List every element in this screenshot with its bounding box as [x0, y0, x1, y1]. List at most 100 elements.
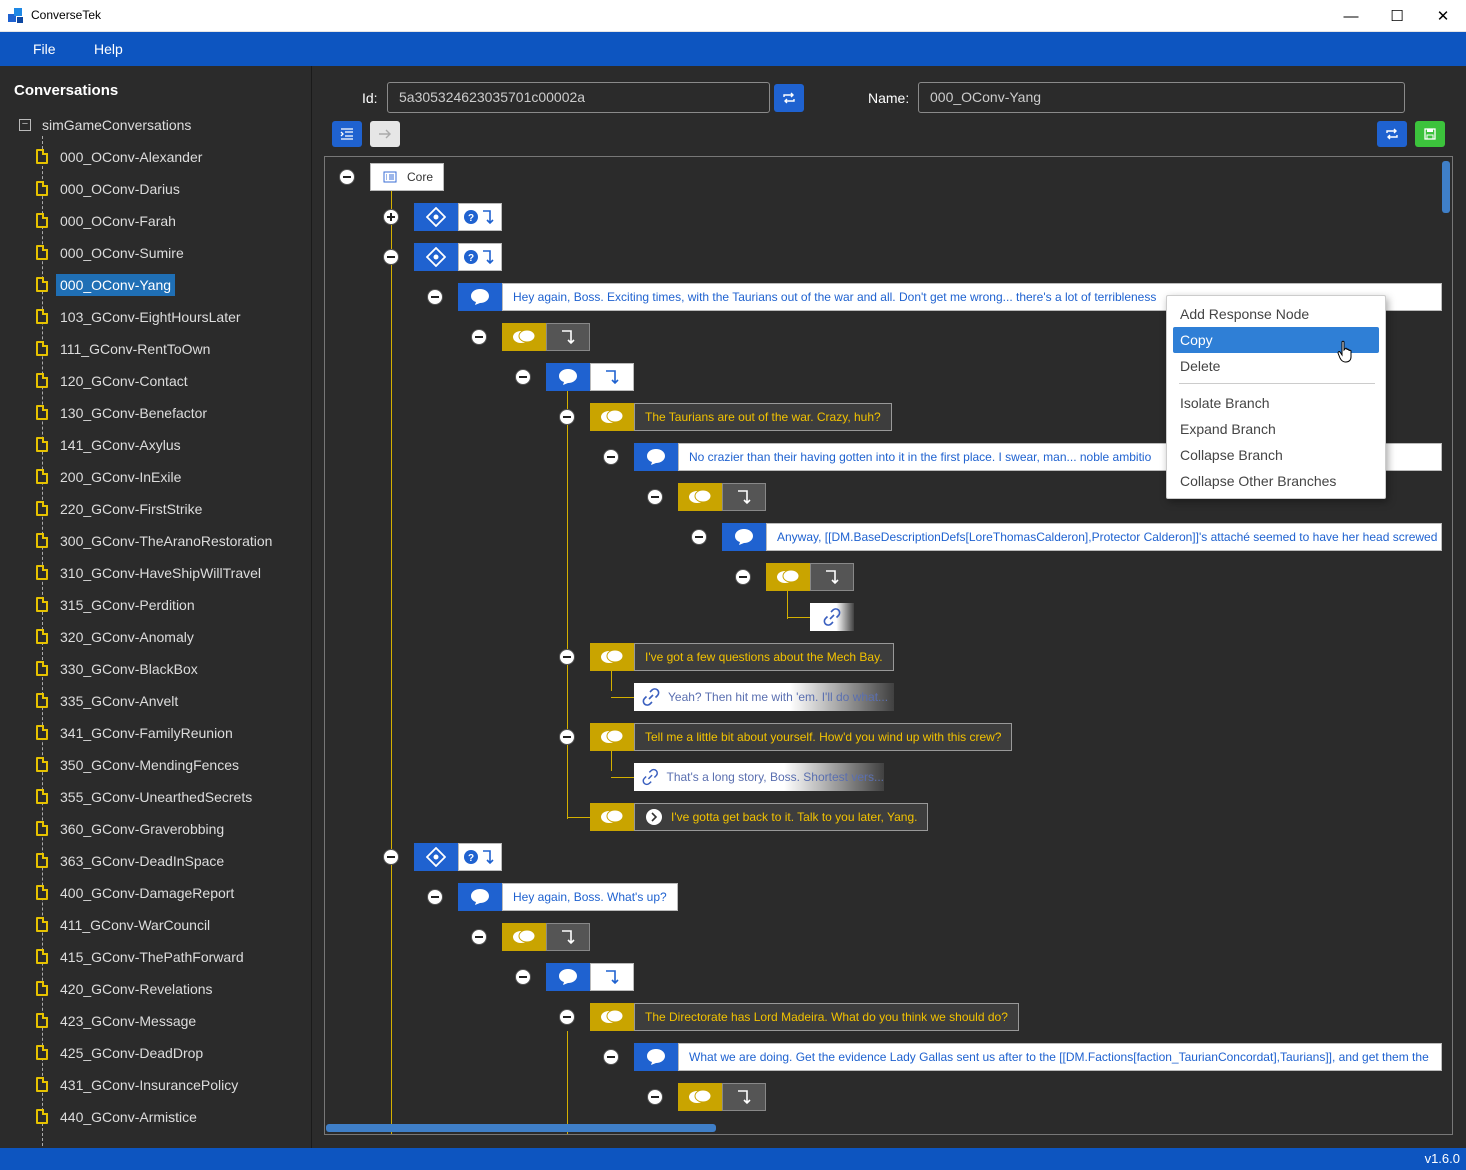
- collapse-toggle[interactable]: [383, 849, 399, 865]
- collapse-toggle[interactable]: [515, 369, 531, 385]
- collapse-toggle[interactable]: [647, 489, 663, 505]
- conversation-item[interactable]: 220_GConv-FirstStrike: [36, 498, 306, 520]
- response-node[interactable]: Tell me a little bit about yourself. How…: [590, 723, 1013, 751]
- svg-text:?: ?: [468, 853, 474, 864]
- collapse-toggle[interactable]: [427, 289, 443, 305]
- conversation-item[interactable]: 423_GConv-Message: [36, 1010, 306, 1032]
- link-node[interactable]: [810, 603, 854, 631]
- menu-collapse-branch[interactable]: Collapse Branch: [1173, 442, 1379, 468]
- conversation-item[interactable]: 315_GConv-Perdition: [36, 594, 306, 616]
- collapse-toggle[interactable]: [559, 649, 575, 665]
- response-node[interactable]: The Directorate has Lord Madeira. What d…: [590, 1003, 1019, 1031]
- collapse-toggle[interactable]: [559, 729, 575, 745]
- link-node[interactable]: That's a long story, Boss. Shortest vers…: [634, 763, 884, 791]
- reload-button[interactable]: [1377, 121, 1407, 147]
- regenerate-id-button[interactable]: [774, 84, 804, 112]
- conversation-item[interactable]: 320_GConv-Anomaly: [36, 626, 306, 648]
- collapse-toggle[interactable]: [471, 329, 487, 345]
- forward-button[interactable]: [370, 121, 400, 147]
- tree-root-label[interactable]: simGameConversations: [42, 117, 191, 133]
- conversation-item[interactable]: 330_GConv-BlackBox: [36, 658, 306, 680]
- collapse-toggle[interactable]: [735, 569, 751, 585]
- link-node[interactable]: Yeah? Then hit me with 'em. I'll do what…: [634, 683, 894, 711]
- conversation-item[interactable]: 141_GConv-Axylus: [36, 434, 306, 456]
- name-field[interactable]: 000_OConv-Yang: [918, 82, 1405, 113]
- collapse-toggle[interactable]: [559, 409, 575, 425]
- collapse-all-button[interactable]: [332, 121, 362, 147]
- conversation-item[interactable]: 000_OConv-Darius: [36, 178, 306, 200]
- npc-dialogue-node[interactable]: [546, 363, 634, 391]
- conversation-item[interactable]: 411_GConv-WarCouncil: [36, 914, 306, 936]
- conversation-item[interactable]: 360_GConv-Graverobbing: [36, 818, 306, 840]
- save-button[interactable]: [1415, 121, 1445, 147]
- npc-dialogue-node[interactable]: [546, 963, 634, 991]
- close-button[interactable]: ✕: [1420, 0, 1466, 32]
- npc-dialogue-node[interactable]: Anyway, [[DM.BaseDescriptionDefs[LoreTho…: [722, 523, 1442, 551]
- conversation-item[interactable]: 000_OConv-Alexander: [36, 146, 306, 168]
- conversation-item[interactable]: 431_GConv-InsurancePolicy: [36, 1074, 306, 1096]
- menu-collapse-other-branches[interactable]: Collapse Other Branches: [1173, 468, 1379, 494]
- collapse-toggle[interactable]: [383, 249, 399, 265]
- collapse-toggle[interactable]: [471, 929, 487, 945]
- response-node[interactable]: I've got a few questions about the Mech …: [590, 643, 894, 671]
- conversation-item[interactable]: 363_GConv-DeadInSpace: [36, 850, 306, 872]
- conversation-item[interactable]: 000_OConv-Farah: [36, 210, 306, 232]
- conversation-item[interactable]: 130_GConv-Benefactor: [36, 402, 306, 424]
- npc-dialogue-node[interactable]: What we are doing. Get the evidence Lady…: [634, 1043, 1442, 1071]
- horizontal-scrollbar[interactable]: [326, 1124, 716, 1132]
- core-node[interactable]: Core: [370, 163, 444, 191]
- conversation-item[interactable]: 000_OConv-Yang: [36, 274, 306, 296]
- conversation-item[interactable]: 341_GConv-FamilyReunion: [36, 722, 306, 744]
- response-node[interactable]: [766, 563, 854, 591]
- collapse-toggle-icon[interactable]: −: [19, 119, 31, 131]
- root-entry-node[interactable]: ?: [414, 203, 502, 231]
- response-node[interactable]: [502, 923, 590, 951]
- conversation-item[interactable]: 440_GConv-Armistice: [36, 1106, 306, 1128]
- root-entry-node[interactable]: ?: [414, 243, 502, 271]
- collapse-toggle[interactable]: [603, 449, 619, 465]
- collapse-toggle[interactable]: [647, 1089, 663, 1105]
- conversation-item[interactable]: 335_GConv-Anvelt: [36, 690, 306, 712]
- minimize-button[interactable]: —: [1328, 0, 1374, 32]
- response-node[interactable]: [678, 1083, 766, 1111]
- response-node[interactable]: The Taurians are out of the war. Crazy, …: [590, 403, 892, 431]
- conversation-item[interactable]: 120_GConv-Contact: [36, 370, 306, 392]
- maximize-button[interactable]: ☐: [1374, 0, 1420, 32]
- collapse-toggle[interactable]: [691, 529, 707, 545]
- conversation-item[interactable]: 355_GConv-UnearthedSecrets: [36, 786, 306, 808]
- collapse-toggle[interactable]: [339, 169, 355, 185]
- conversation-item[interactable]: 400_GConv-DamageReport: [36, 882, 306, 904]
- conversation-item[interactable]: 420_GConv-Revelations: [36, 978, 306, 1000]
- root-entry-node[interactable]: ?: [414, 843, 502, 871]
- conversation-item[interactable]: 000_OConv-Sumire: [36, 242, 306, 264]
- file-icon: [36, 565, 48, 580]
- vertical-scrollbar[interactable]: [1442, 161, 1450, 213]
- conversation-item[interactable]: 111_GConv-RentToOwn: [36, 338, 306, 360]
- conversation-item[interactable]: 103_GConv-EightHoursLater: [36, 306, 306, 328]
- menu-expand-branch[interactable]: Expand Branch: [1173, 416, 1379, 442]
- menu-help[interactable]: Help: [94, 41, 123, 57]
- collapse-toggle[interactable]: [603, 1049, 619, 1065]
- collapse-toggle[interactable]: [427, 889, 443, 905]
- file-icon: [36, 917, 48, 932]
- response-node[interactable]: [502, 323, 590, 351]
- menu-file[interactable]: File: [33, 41, 56, 57]
- conversation-item[interactable]: 425_GConv-DeadDrop: [36, 1042, 306, 1064]
- conversation-item[interactable]: 350_GConv-MendingFences: [36, 754, 306, 776]
- id-field[interactable]: 5a305324623035701c00002a: [387, 82, 770, 113]
- app-logo-icon: [8, 8, 26, 24]
- collapse-toggle[interactable]: [559, 1009, 575, 1025]
- conversation-item[interactable]: 200_GConv-InExile: [36, 466, 306, 488]
- expand-toggle[interactable]: [383, 209, 399, 225]
- link-icon: [642, 688, 660, 706]
- response-node[interactable]: I've gotta get back to it. Talk to you l…: [590, 803, 929, 831]
- npc-dialogue-node[interactable]: Hey again, Boss. What's up?: [458, 883, 678, 911]
- conversation-item[interactable]: 415_GConv-ThePathForward: [36, 946, 306, 968]
- menu-isolate-branch[interactable]: Isolate Branch: [1173, 390, 1379, 416]
- menu-add-response-node[interactable]: Add Response Node: [1173, 301, 1379, 327]
- response-node[interactable]: [678, 483, 766, 511]
- conversation-item[interactable]: 300_GConv-TheAranoRestoration: [36, 530, 306, 552]
- conversation-item[interactable]: 310_GConv-HaveShipWillTravel: [36, 562, 306, 584]
- tree-connector: [611, 697, 635, 698]
- collapse-toggle[interactable]: [515, 969, 531, 985]
